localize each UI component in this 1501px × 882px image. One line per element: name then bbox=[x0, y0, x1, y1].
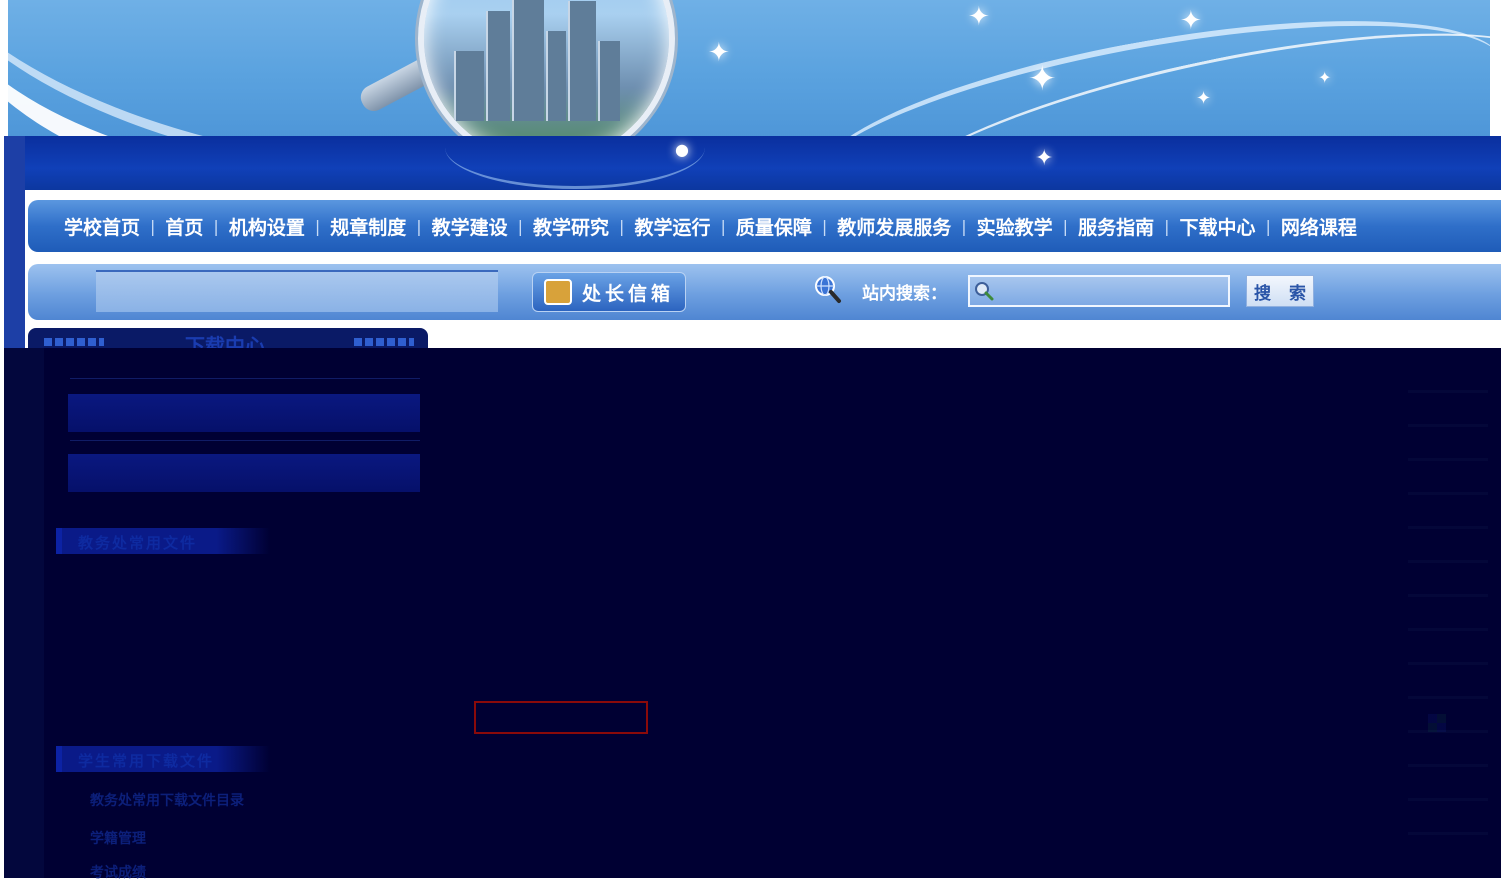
search-field-icon bbox=[975, 282, 994, 301]
sparkle-icon: ✦ bbox=[708, 38, 730, 68]
sparkle-icon: ✦ bbox=[1035, 146, 1054, 171]
sparkle-icon: ✦ bbox=[1318, 68, 1332, 87]
sidebar-item[interactable] bbox=[68, 394, 420, 432]
nav-separator: | bbox=[1164, 216, 1170, 236]
header-band: ● ✦ bbox=[25, 136, 1501, 190]
header-decoration bbox=[44, 338, 104, 346]
director-mailbox-label: 处长信箱 bbox=[581, 282, 674, 305]
search-input[interactable] bbox=[968, 275, 1230, 307]
sparkle-icon: ✦ bbox=[1196, 88, 1212, 109]
search-globe-icon bbox=[815, 276, 841, 303]
sidebar-item[interactable] bbox=[68, 454, 420, 492]
nav-separator: | bbox=[517, 216, 524, 236]
nav-separator: | bbox=[1265, 216, 1271, 236]
section-header: 学生常用下载文件 bbox=[56, 746, 270, 772]
right-decoration bbox=[1408, 390, 1488, 860]
nav-item-download-center[interactable]: 下载中心 bbox=[1179, 213, 1255, 240]
list-link[interactable]: 教务处常用下载文件目录 bbox=[90, 790, 244, 810]
nav-item-quality[interactable]: 质量保障 bbox=[736, 213, 812, 240]
header-banner: ✦ ✦ ✦ ✦ ✦ ✦ bbox=[8, 0, 1490, 138]
nav-item-teaching-construction[interactable]: 教学建设 bbox=[432, 213, 508, 240]
nav-separator: | bbox=[213, 216, 219, 236]
nav-item-teaching-operation[interactable]: 教学运行 bbox=[634, 213, 710, 240]
list-link[interactable]: 考试成绩 bbox=[90, 862, 146, 882]
highlight-box bbox=[474, 701, 648, 734]
section-title: 学生常用下载文件 bbox=[78, 752, 215, 770]
nav-separator: | bbox=[416, 216, 422, 236]
nav-item-regulations[interactable]: 规章制度 bbox=[330, 213, 406, 240]
nav-item-teaching-research[interactable]: 教学研究 bbox=[533, 213, 609, 240]
nav-separator: | bbox=[619, 216, 625, 236]
section-header: 教务处常用文件 bbox=[56, 528, 270, 554]
announcement-marquee bbox=[96, 270, 498, 312]
section-title: 教务处常用文件 bbox=[78, 534, 198, 552]
director-mailbox-button[interactable]: 处长信箱 bbox=[532, 272, 686, 312]
sparkle-icon: ● bbox=[675, 140, 689, 159]
nav-separator: | bbox=[150, 216, 156, 236]
nav-item-online-courses[interactable]: 网络课程 bbox=[1281, 213, 1357, 240]
nav-separator: | bbox=[314, 216, 321, 236]
nav-item-service-guide[interactable]: 服务指南 bbox=[1078, 213, 1154, 240]
sparkle-icon: ✦ bbox=[1028, 59, 1057, 99]
divider bbox=[70, 440, 420, 441]
mailbox-icon bbox=[543, 279, 572, 305]
nav-separator: | bbox=[1062, 216, 1069, 236]
sparkle-icon: ✦ bbox=[968, 2, 990, 32]
nav-item-school-home[interactable]: 学校首页 bbox=[64, 213, 140, 240]
list-link[interactable]: 学籍管理 bbox=[90, 828, 146, 848]
nav-separator: | bbox=[720, 216, 726, 236]
divider bbox=[70, 378, 420, 379]
nav-item-home[interactable]: 首页 bbox=[165, 213, 203, 240]
search-label: 站内搜索： bbox=[862, 284, 947, 304]
nav-separator: | bbox=[961, 216, 967, 236]
header-decoration bbox=[354, 338, 414, 346]
nav-item-lab-teaching[interactable]: 实验教学 bbox=[977, 213, 1053, 240]
nav-item-teacher-development[interactable]: 教师发展服务 bbox=[837, 213, 951, 240]
nav-separator: | bbox=[821, 216, 828, 236]
search-button[interactable]: 搜 索 bbox=[1246, 275, 1314, 307]
sparkle-icon: ✦ bbox=[1180, 6, 1202, 36]
left-strip bbox=[4, 348, 44, 878]
toolbar: 处长信箱 站内搜索： 搜 索 bbox=[28, 264, 1501, 320]
main-nav: 学校首页 | 首页 | 机构设置 | 规章制度 | 教学建设 | 教学研究 | … bbox=[28, 200, 1501, 252]
nav-item-organization[interactable]: 机构设置 bbox=[229, 213, 305, 240]
